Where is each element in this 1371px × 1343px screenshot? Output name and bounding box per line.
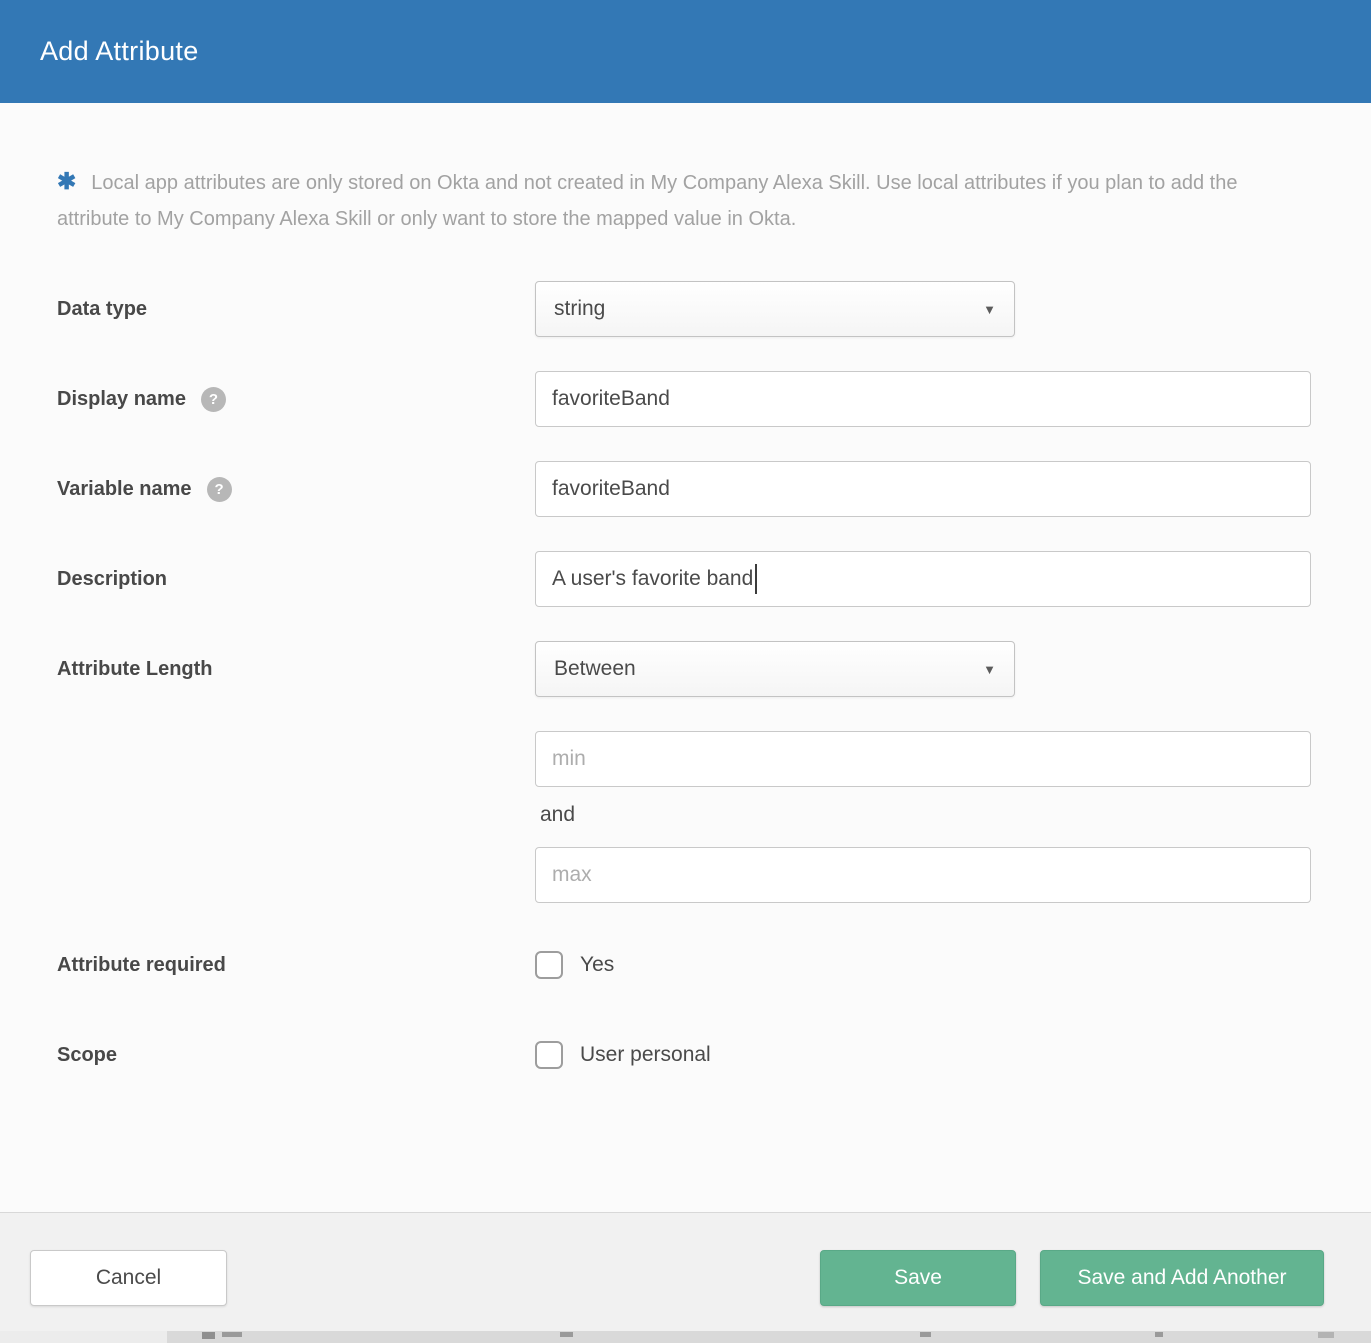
- text-cursor: [755, 564, 757, 594]
- modal-footer: Cancel Save Save and Add Another: [0, 1212, 1371, 1331]
- background-row-fragment: [222, 1332, 242, 1337]
- background-row-fragment: [1318, 1332, 1334, 1338]
- max-input[interactable]: [535, 847, 1311, 903]
- modal-header: Add Attribute: [0, 0, 1371, 103]
- scope-label: Scope: [57, 1044, 117, 1067]
- attribute-required-checkbox[interactable]: [535, 951, 563, 979]
- data-type-row: Data type string ▼: [57, 281, 1311, 337]
- asterisk-icon: ✱: [57, 168, 76, 194]
- attribute-length-select[interactable]: Between ▼: [535, 641, 1015, 697]
- description-input[interactable]: A user's favorite band: [535, 551, 1311, 607]
- attribute-length-label-wrap: Attribute Length: [57, 658, 535, 681]
- variable-name-input[interactable]: [535, 461, 1311, 517]
- min-input[interactable]: [535, 731, 1311, 787]
- display-name-label: Display name: [57, 388, 186, 411]
- min-row: [57, 731, 1311, 787]
- attribute-required-checkbox-label: Yes: [580, 953, 614, 977]
- background-page-peek: [0, 1331, 1371, 1343]
- variable-name-row: Variable name ?: [57, 461, 1311, 517]
- save-button[interactable]: Save: [820, 1250, 1016, 1306]
- display-name-input[interactable]: [535, 371, 1311, 427]
- scope-checkbox-label: User personal: [580, 1043, 711, 1067]
- max-row: [57, 847, 1311, 903]
- background-row-fragment: [0, 1331, 167, 1343]
- attribute-required-label: Attribute required: [57, 954, 226, 977]
- attribute-length-row: Attribute Length Between ▼: [57, 641, 1311, 697]
- variable-name-label: Variable name: [57, 478, 192, 501]
- description-label: Description: [57, 568, 167, 591]
- data-type-select[interactable]: string ▼: [535, 281, 1015, 337]
- description-row: Description A user's favorite band: [57, 551, 1311, 607]
- attribute-length-selected-value: Between: [554, 657, 636, 681]
- help-icon[interactable]: ?: [201, 387, 226, 412]
- chevron-down-icon: ▼: [983, 302, 996, 317]
- cancel-button[interactable]: Cancel: [30, 1250, 227, 1306]
- chevron-down-icon: ▼: [983, 662, 996, 677]
- add-attribute-form: Data type string ▼ Display name ? Variab…: [57, 281, 1311, 1069]
- info-note: ✱Local app attributes are only stored on…: [57, 163, 1309, 237]
- help-icon[interactable]: ?: [207, 477, 232, 502]
- variable-name-label-wrap: Variable name ?: [57, 477, 535, 502]
- scope-label-wrap: Scope: [57, 1044, 535, 1067]
- data-type-label: Data type: [57, 298, 147, 321]
- background-row-fragment: [202, 1332, 215, 1339]
- attribute-required-row: Attribute required Yes: [57, 951, 1311, 979]
- background-row-fragment: [560, 1332, 573, 1337]
- scope-checkbox[interactable]: [535, 1041, 563, 1069]
- attribute-length-label: Attribute Length: [57, 658, 213, 681]
- and-row: and: [57, 803, 1311, 827]
- info-note-text: Local app attributes are only stored on …: [57, 172, 1237, 230]
- data-type-label-wrap: Data type: [57, 298, 535, 321]
- description-label-wrap: Description: [57, 568, 535, 591]
- background-row-fragment: [1155, 1332, 1163, 1337]
- modal-body: ✱Local app attributes are only stored on…: [0, 163, 1371, 1069]
- scope-row: Scope User personal: [57, 1041, 1311, 1069]
- modal-title: Add Attribute: [40, 36, 199, 67]
- and-label: and: [535, 803, 575, 826]
- background-row-fragment: [920, 1332, 931, 1337]
- data-type-selected-value: string: [554, 297, 605, 321]
- description-value: A user's favorite band: [552, 567, 753, 591]
- attribute-required-label-wrap: Attribute required: [57, 954, 535, 977]
- display-name-row: Display name ?: [57, 371, 1311, 427]
- save-and-add-another-button[interactable]: Save and Add Another: [1040, 1250, 1324, 1306]
- display-name-label-wrap: Display name ?: [57, 387, 535, 412]
